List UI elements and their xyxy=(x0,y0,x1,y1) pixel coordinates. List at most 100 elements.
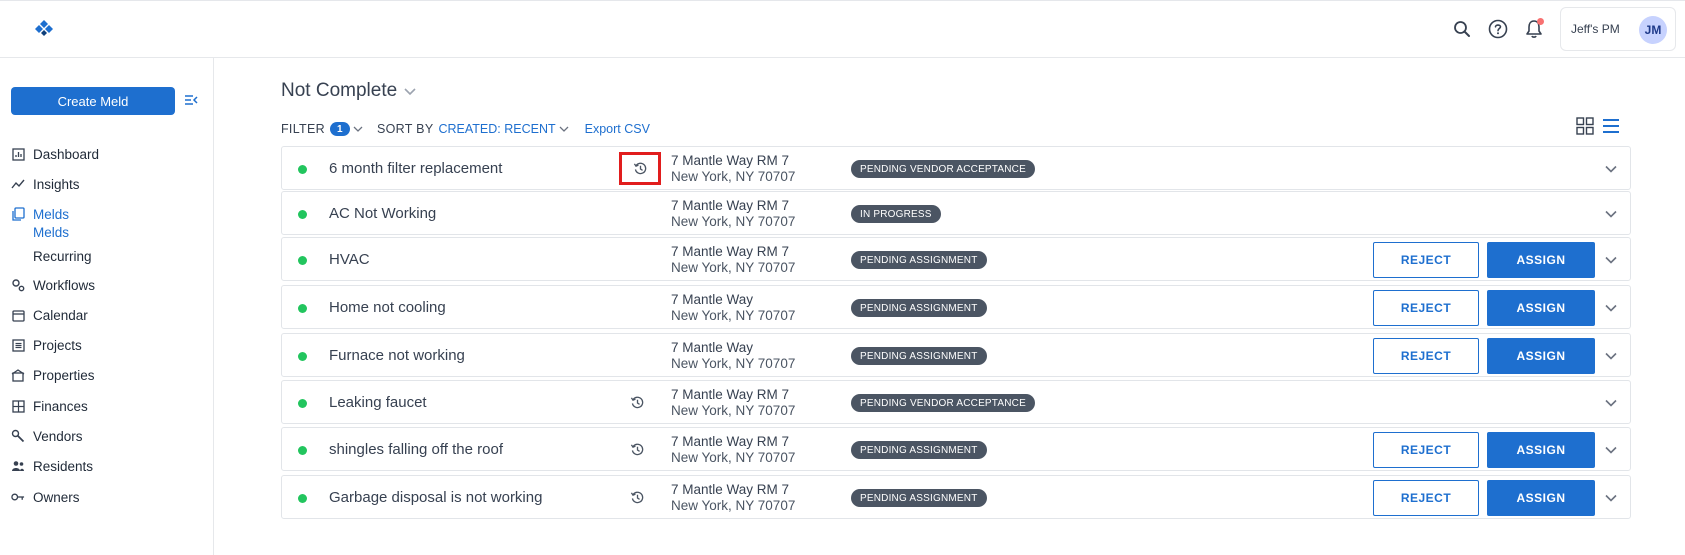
chevron-down-icon[interactable] xyxy=(1603,161,1619,177)
sidebar-item-workflows[interactable]: Workflows xyxy=(11,274,95,296)
address-line-1: 7 Mantle Way xyxy=(671,340,754,355)
sidebar-item-calendar[interactable]: Calendar xyxy=(11,304,88,326)
address-line-2: New York, NY 70707 xyxy=(671,260,796,275)
reject-button[interactable]: REJECT xyxy=(1373,338,1479,374)
melds-icon xyxy=(11,207,25,221)
table-row[interactable]: shingles falling off the roof 7 Mantle W… xyxy=(281,427,1631,471)
sidebar-item-dashboard[interactable]: Dashboard xyxy=(11,143,99,165)
reject-button[interactable]: REJECT xyxy=(1373,480,1479,516)
app-logo-icon[interactable] xyxy=(33,18,55,40)
sidebar-item-label: Vendors xyxy=(33,428,83,444)
notification-dot xyxy=(1537,18,1544,25)
table-row[interactable]: Home not cooling 7 Mantle Way New York, NY… xyxy=(281,285,1631,329)
meld-title[interactable]: HVAC xyxy=(329,251,370,268)
avatar: JM xyxy=(1639,16,1667,44)
sort-dropdown[interactable]: CREATED: RECENT xyxy=(438,122,569,136)
sidebar-item-vendors[interactable]: Vendors xyxy=(11,425,83,447)
reject-button[interactable]: REJECT xyxy=(1373,432,1479,468)
meld-title[interactable]: shingles falling off the roof xyxy=(329,441,503,458)
meld-title[interactable]: Furnace not working xyxy=(329,347,465,364)
sidebar-item-insights[interactable]: Insights xyxy=(11,173,80,195)
assign-button[interactable]: ASSIGN xyxy=(1487,290,1595,326)
status-badge: PENDING VENDOR ACCEPTANCE xyxy=(851,394,1035,412)
sidebar-subitem-recurring[interactable]: Recurring xyxy=(33,249,92,264)
assign-button[interactable]: ASSIGN xyxy=(1487,480,1595,516)
chevron-down-icon xyxy=(559,122,569,136)
view-toggle xyxy=(1576,117,1620,140)
meld-title[interactable]: Home not cooling xyxy=(329,299,446,316)
status-dot xyxy=(298,446,307,455)
chevron-down-icon[interactable] xyxy=(1603,300,1619,316)
recurring-icon[interactable] xyxy=(630,490,646,506)
chevron-down-icon[interactable] xyxy=(1603,490,1619,506)
meld-title[interactable]: Garbage disposal is not working xyxy=(329,489,542,506)
table-row[interactable]: HVAC 7 Mantle Way RM 7 New York, NY 70707 P… xyxy=(281,237,1631,281)
sidebar-item-label: Workflows xyxy=(33,277,96,293)
sidebar-item-owners[interactable]: Owners xyxy=(11,486,80,508)
assign-button[interactable]: ASSIGN xyxy=(1487,338,1595,374)
list-toolbar: FILTER 1 SORT BY CREATED: RECENT Export … xyxy=(281,120,650,138)
status-dot xyxy=(298,165,307,174)
filter-button[interactable]: FILTER 1 xyxy=(281,122,363,136)
dashboard-icon xyxy=(11,147,25,161)
address-line-1: 7 Mantle Way RM 7 xyxy=(671,244,790,259)
address-line-2: New York, NY 70707 xyxy=(671,308,796,323)
meld-title[interactable]: Leaking faucet xyxy=(329,394,427,411)
address-line-1: 7 Mantle Way RM 7 xyxy=(671,434,790,449)
status-badge: PENDING ASSIGNMENT xyxy=(851,251,987,269)
bell-icon[interactable] xyxy=(1523,18,1545,40)
help-icon[interactable] xyxy=(1487,18,1509,40)
finances-icon xyxy=(11,399,25,413)
meld-title[interactable]: 6 month filter replacement xyxy=(329,160,502,177)
projects-icon xyxy=(11,338,25,352)
sidebar-subitem-melds[interactable]: Melds xyxy=(33,225,69,240)
address-line-1: 7 Mantle Way xyxy=(671,292,754,307)
recurring-icon[interactable] xyxy=(630,442,646,458)
vendors-icon xyxy=(11,429,25,443)
status-badge: PENDING ASSIGNMENT xyxy=(851,347,987,365)
list-view-icon[interactable] xyxy=(1602,117,1620,140)
recurring-icon[interactable] xyxy=(619,152,661,185)
chevron-down-icon xyxy=(403,80,417,102)
status-dot xyxy=(298,494,307,503)
table-row[interactable]: Furnace not working 7 Mantle Way New York,… xyxy=(281,333,1631,377)
create-meld-button[interactable]: Create Meld xyxy=(11,87,175,115)
status-badge: IN PROGRESS xyxy=(851,205,941,223)
page-title-dropdown[interactable]: Not Complete xyxy=(281,80,417,102)
table-row[interactable]: Leaking faucet 7 Mantle Way RM 7 New York… xyxy=(281,380,1631,424)
sidebar-item-label: Melds xyxy=(33,206,70,222)
sidebar-item-melds[interactable]: Melds xyxy=(11,203,69,225)
sidebar-item-finances[interactable]: Finances xyxy=(11,395,88,417)
sidebar-item-label: Finances xyxy=(33,398,88,414)
page-title: Not Complete xyxy=(281,80,398,101)
meld-title[interactable]: AC Not Working xyxy=(329,205,436,222)
reject-button[interactable]: REJECT xyxy=(1373,290,1479,326)
table-row[interactable]: Garbage disposal is not working 7 Mantle… xyxy=(281,475,1631,519)
reject-button[interactable]: REJECT xyxy=(1373,242,1479,278)
sidebar-item-projects[interactable]: Projects xyxy=(11,334,82,356)
assign-button[interactable]: ASSIGN xyxy=(1487,432,1595,468)
chevron-down-icon[interactable] xyxy=(1603,206,1619,222)
chevron-down-icon[interactable] xyxy=(1603,252,1619,268)
sidebar-item-properties[interactable]: Properties xyxy=(11,364,95,386)
address-line-1: 7 Mantle Way RM 7 xyxy=(671,153,790,168)
export-csv-link[interactable]: Export CSV xyxy=(585,122,650,136)
address-line-2: New York, NY 70707 xyxy=(671,214,796,229)
status-dot xyxy=(298,304,307,313)
chevron-down-icon[interactable] xyxy=(1603,348,1619,364)
account-menu[interactable]: Jeff's PM JM xyxy=(1560,7,1676,51)
chevron-down-icon[interactable] xyxy=(1603,395,1619,411)
chevron-down-icon[interactable] xyxy=(1603,442,1619,458)
collapse-sidebar-icon[interactable] xyxy=(183,92,199,108)
address-line-2: New York, NY 70707 xyxy=(671,169,796,184)
search-icon[interactable] xyxy=(1451,18,1473,40)
sidebar: Create Meld Dashboard Insights Melds Mel… xyxy=(0,58,214,555)
recurring-icon[interactable] xyxy=(630,395,646,411)
address-line-2: New York, NY 70707 xyxy=(671,450,796,465)
sidebar-item-label: Dashboard xyxy=(33,146,100,162)
assign-button[interactable]: ASSIGN xyxy=(1487,242,1595,278)
grid-view-icon[interactable] xyxy=(1576,117,1594,140)
table-row[interactable]: AC Not Working 7 Mantle Way RM 7 New York,… xyxy=(281,191,1631,235)
table-row[interactable]: 6 month filter replacement 7 Mantle Way … xyxy=(281,146,1631,190)
sidebar-item-residents[interactable]: Residents xyxy=(11,455,93,477)
